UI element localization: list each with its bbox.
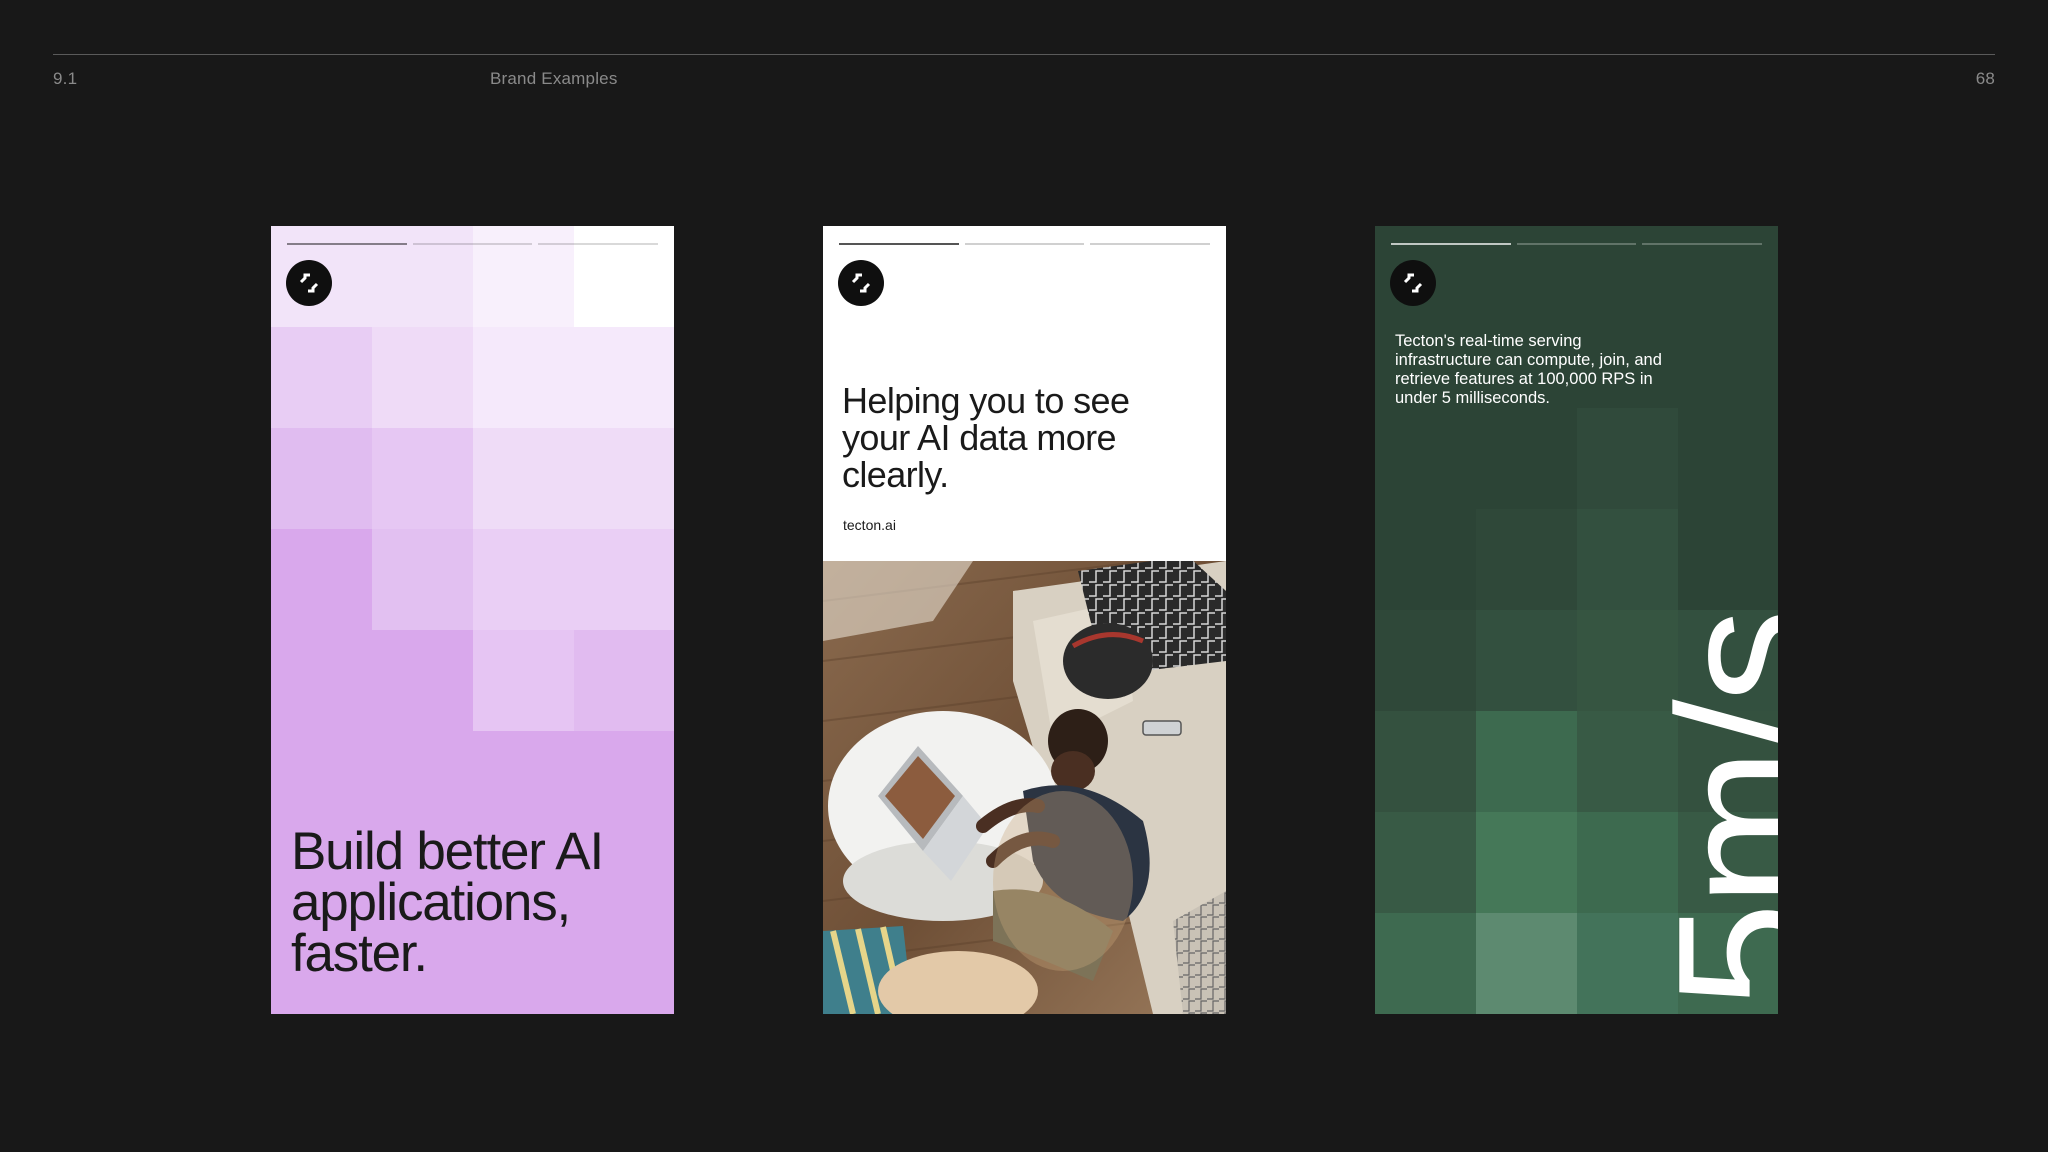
progress-segment [1642, 243, 1763, 245]
latency-stat: 5m/s [1639, 612, 1778, 1008]
progress-segment [412, 243, 533, 245]
person-with-laptop-photo [823, 561, 1226, 1014]
progress-segment [964, 243, 1085, 245]
progress-segment [1516, 243, 1637, 245]
card-headline: Helping you to see your AI data more cle… [842, 380, 1130, 495]
brand-card-green: Tecton's real-time serving infrastructur… [1375, 226, 1778, 1014]
progress-segment [1090, 243, 1211, 245]
tecton-logo-icon [1390, 260, 1436, 306]
tecton-logo-icon [838, 260, 884, 306]
story-progress [287, 243, 659, 245]
header-rule [53, 54, 1995, 55]
brand-card-purple: Build better AI applications, faster. [271, 226, 674, 1014]
website-url: tecton.ai [843, 517, 896, 533]
card-body-text: Tecton's real-time serving infrastructur… [1395, 332, 1662, 407]
brand-card-photo: Helping you to see your AI data more cle… [823, 226, 1226, 1014]
progress-segment [287, 243, 407, 245]
progress-segment [1391, 243, 1511, 245]
story-progress [1391, 243, 1763, 245]
section-title: Brand Examples [490, 69, 618, 88]
card-headline: Build better AI applications, faster. [291, 822, 604, 983]
page-number: 68 [1975, 69, 1995, 88]
progress-segment [839, 243, 959, 245]
section-number: 9.1 [53, 69, 78, 88]
progress-segment [538, 243, 659, 245]
tecton-logo-icon [286, 260, 332, 306]
story-progress [839, 243, 1211, 245]
